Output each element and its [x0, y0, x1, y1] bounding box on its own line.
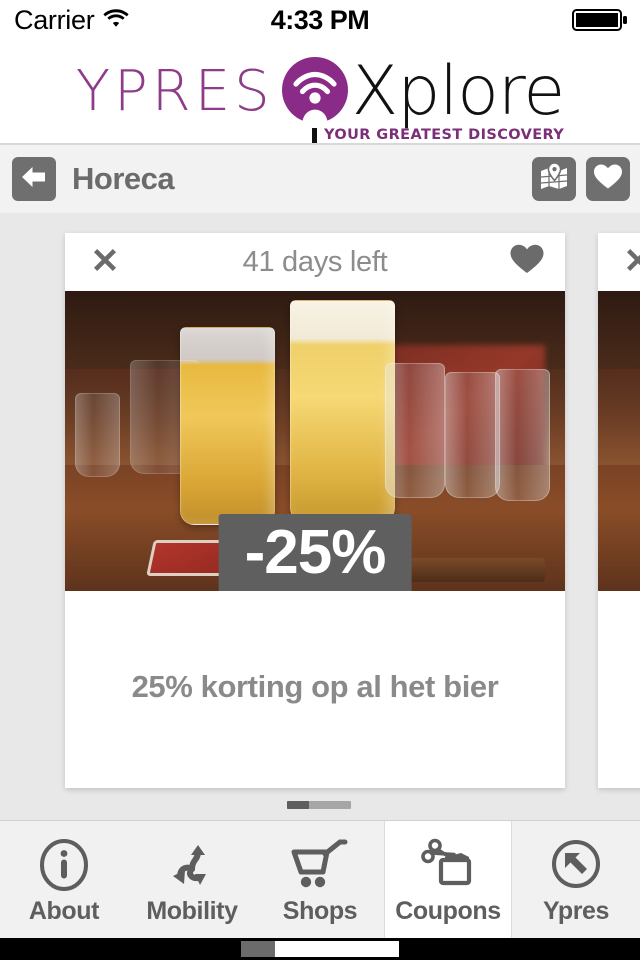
coupon-card-body: 25% korting op al het bier [65, 591, 565, 788]
clock-label: 4:33 PM [270, 4, 370, 35]
beer-glasses-photo: -25% [65, 291, 565, 591]
tab-coupons-label: Coupons [395, 897, 501, 925]
map-button[interactable] [532, 157, 576, 201]
favorites-button[interactable] [586, 157, 630, 201]
tab-bar: About Mobility Shops Coupons Ypres [0, 820, 640, 938]
shopping-cart-icon [291, 837, 349, 893]
home-indicator-track [241, 941, 399, 957]
tab-mobility[interactable]: Mobility [128, 821, 256, 938]
tab-ypres-label: Ypres [542, 897, 610, 925]
info-circle-icon [37, 837, 91, 893]
coupon-card-header: 41 days left [65, 233, 565, 291]
coupon-carousel[interactable]: 41 days left -25% 25% korting op al het … [0, 213, 640, 820]
tab-mobility-label: Mobility [146, 897, 238, 925]
heart-filled-icon[interactable] [509, 243, 545, 281]
app-root: Carrier 4:33 PM YPRES Xplore YOUR GREATE… [0, 0, 640, 960]
coupon-card-next-header [598, 233, 640, 291]
home-indicator [0, 938, 640, 960]
close-x-icon[interactable] [87, 242, 123, 283]
logo-ypres-text: YPRES [75, 59, 274, 124]
logo: YPRES Xplore YOUR GREATEST DISCOVERY [75, 44, 566, 144]
carousel-scroll-thumb [287, 801, 309, 809]
expiry-label: 41 days left [242, 245, 388, 278]
battery-icon [572, 8, 628, 32]
arrow-left-icon [19, 163, 49, 196]
logo-tagline: YOUR GREATEST DISCOVERY [311, 127, 564, 144]
tab-shops[interactable]: Shops [256, 821, 384, 938]
tab-about[interactable]: About [0, 821, 128, 938]
nav-actions [532, 157, 630, 201]
home-indicator-thumb [241, 941, 275, 957]
tab-ypres[interactable]: Ypres [512, 821, 640, 938]
page-title: Horeca [72, 161, 175, 196]
carousel-scroll-indicator[interactable] [287, 801, 351, 809]
ypres-xplore-logo-icon [276, 51, 354, 134]
discount-badge: -25% [218, 513, 412, 591]
status-bar: Carrier 4:33 PM [0, 0, 640, 40]
tab-coupons[interactable]: Coupons [384, 821, 512, 938]
close-x-icon[interactable] [620, 242, 640, 283]
brand-header: YPRES Xplore YOUR GREATEST DISCOVERY [0, 40, 640, 144]
coupon-description: 25% korting op al het bier [131, 669, 499, 704]
coupon-scissors-icon [421, 837, 475, 893]
arrow-circle-icon [549, 837, 603, 893]
map-pin-icon [538, 161, 570, 198]
coupon-card[interactable]: 41 days left -25% 25% korting op al het … [65, 233, 565, 788]
nav-bar: Horeca [0, 145, 640, 213]
logo-xplore-text: Xplore [351, 52, 566, 131]
coupon-card-next[interactable] [598, 233, 640, 788]
back-button[interactable] [12, 157, 56, 201]
tab-about-label: About [28, 897, 100, 925]
beer-glasses-photo-next [598, 291, 640, 591]
heart-icon [593, 163, 623, 196]
tab-shops-label: Shops [282, 897, 358, 925]
mobility-arrows-icon [165, 837, 219, 893]
